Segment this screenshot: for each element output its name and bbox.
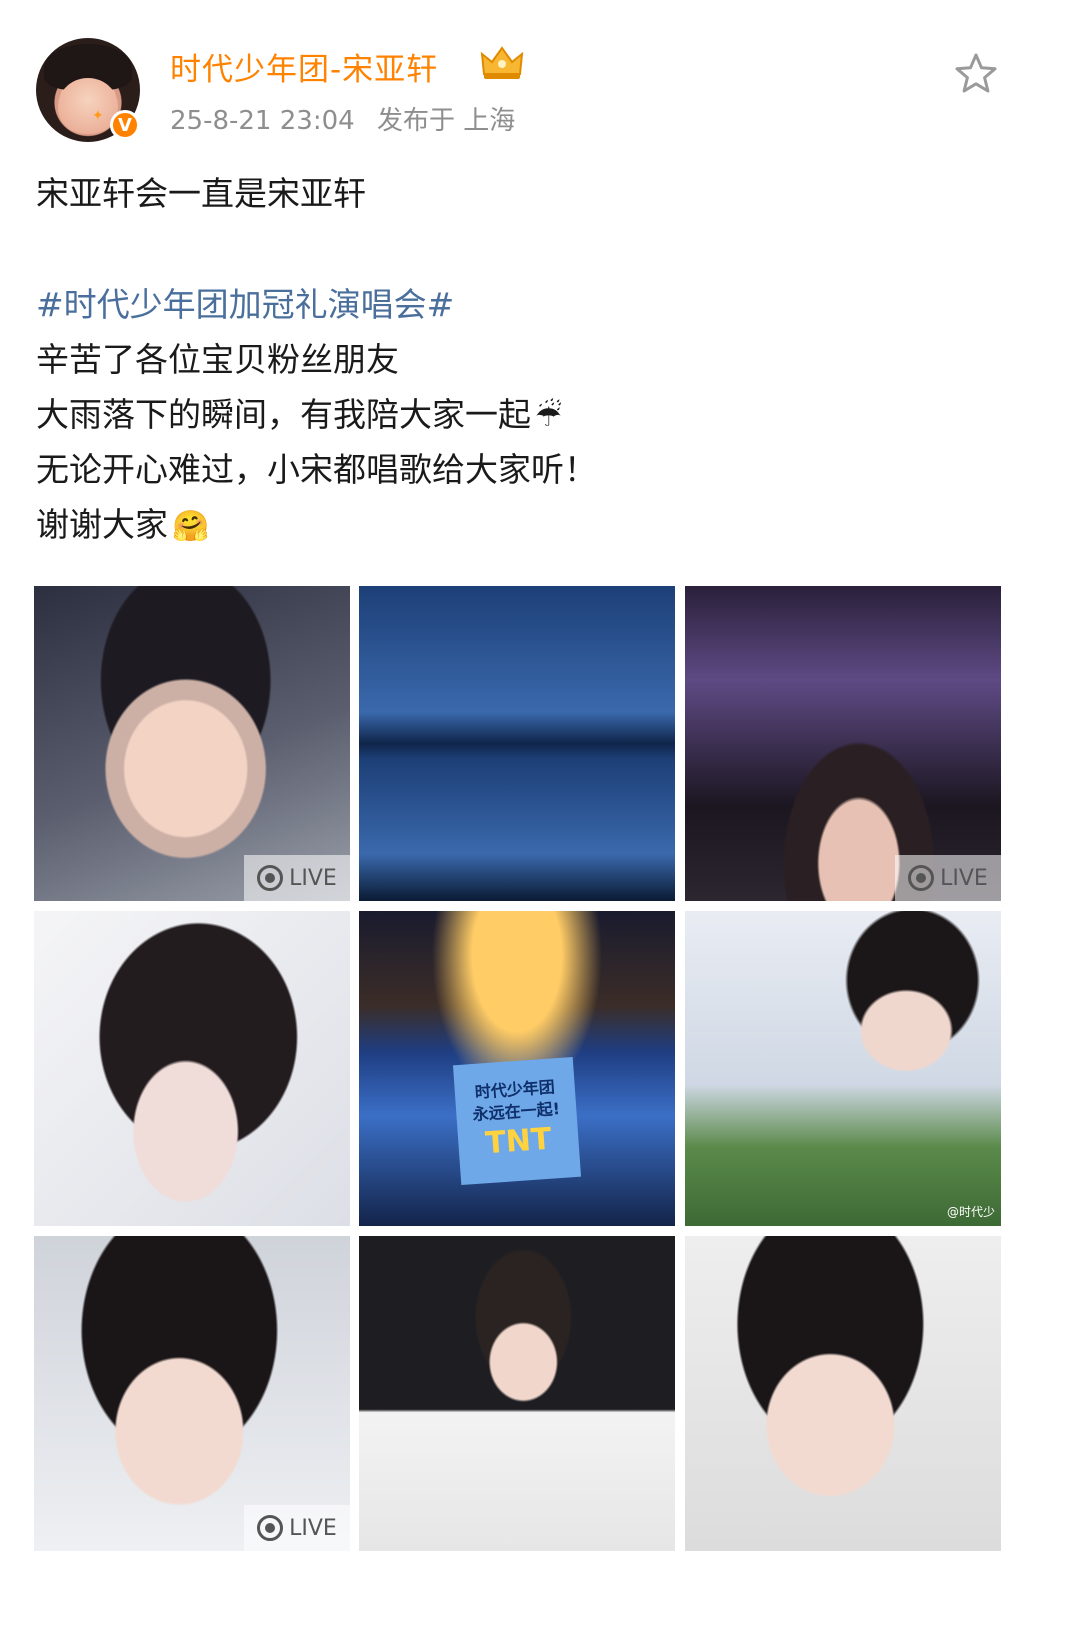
photo bbox=[685, 911, 1001, 1226]
avatar-face bbox=[58, 78, 118, 134]
live-badge[interactable]: LIVE bbox=[244, 855, 350, 901]
post-text-line: 宋亚轩会一直是宋亚轩 bbox=[36, 174, 366, 213]
post-image-6[interactable]: @时代少 bbox=[685, 911, 1001, 1226]
photo bbox=[34, 586, 350, 901]
post-body: 宋亚轩会一直是宋亚轩 #时代少年团加冠礼演唱会# 辛苦了各位宝贝粉丝朋友 大雨落… bbox=[36, 166, 1036, 552]
crown-icon bbox=[480, 46, 524, 79]
photo bbox=[34, 911, 350, 1226]
photo bbox=[359, 586, 675, 901]
live-photo-icon bbox=[257, 865, 284, 891]
post-image-4[interactable] bbox=[34, 911, 350, 1226]
post-image-3[interactable]: LIVE bbox=[685, 586, 1001, 901]
sparkle-icon: ✦ bbox=[92, 108, 104, 124]
timestamp: 25-8-21 23:04 bbox=[170, 106, 355, 136]
tnt-logo: TNT bbox=[484, 1121, 553, 1162]
hashtag-link[interactable]: #时代少年团加冠礼演唱会# bbox=[36, 277, 1036, 332]
live-badge[interactable]: LIVE bbox=[895, 855, 1001, 901]
post-header: ✦ V 时代少年团-宋亚轩 25-8-21 23:04 发布于 上海 bbox=[0, 0, 1080, 150]
live-photo-icon bbox=[908, 865, 935, 891]
post-text-line: 无论开心难过，小宋都唱歌给大家听！ bbox=[36, 450, 597, 489]
watermark: @时代少 bbox=[946, 1205, 995, 1219]
post-image-2[interactable] bbox=[359, 586, 675, 901]
post-text-line: 大雨落下的瞬间，有我陪大家一起 ☔ bbox=[36, 387, 1036, 442]
post-text-line: 谢谢大家 🤗 bbox=[36, 497, 1036, 552]
stage-screen: 时代少年团 永远在一起! TNT bbox=[452, 1056, 582, 1186]
post-meta: 25-8-21 23:04 发布于 上海 bbox=[170, 100, 529, 137]
photo bbox=[359, 1236, 675, 1551]
star-icon[interactable] bbox=[952, 50, 1000, 98]
umbrella-rain-icon: ☔ bbox=[535, 399, 562, 434]
live-label: LIVE bbox=[940, 865, 988, 891]
screen-text-line: 时代少年团 bbox=[474, 1077, 556, 1102]
post-image-5[interactable]: 时代少年团 永远在一起! TNT bbox=[359, 911, 675, 1226]
post-image-9[interactable] bbox=[685, 1236, 1001, 1551]
photo bbox=[685, 1236, 1001, 1551]
hug-emoji-icon: 🤗 bbox=[172, 509, 210, 544]
screen-text-line: 永远在一起! bbox=[472, 1099, 561, 1125]
live-photo-icon bbox=[257, 1515, 284, 1541]
photo bbox=[685, 586, 1001, 901]
post-text-line: 辛苦了各位宝贝粉丝朋友 bbox=[36, 340, 399, 379]
post-text: 大雨落下的瞬间，有我陪大家一起 bbox=[36, 395, 531, 434]
location: 发布于 上海 bbox=[376, 106, 516, 136]
live-label: LIVE bbox=[289, 865, 337, 891]
photo bbox=[34, 1236, 350, 1551]
post-image-8[interactable] bbox=[359, 1236, 675, 1551]
live-label: LIVE bbox=[289, 1515, 337, 1541]
post-image-7[interactable]: LIVE bbox=[34, 1236, 350, 1551]
verified-badge-icon: V bbox=[110, 110, 140, 140]
post-image-1[interactable]: LIVE bbox=[34, 586, 350, 901]
username[interactable]: 时代少年团-宋亚轩 bbox=[170, 44, 438, 89]
live-badge[interactable]: LIVE bbox=[244, 1505, 350, 1551]
post-text: 谢谢大家 bbox=[36, 505, 168, 544]
